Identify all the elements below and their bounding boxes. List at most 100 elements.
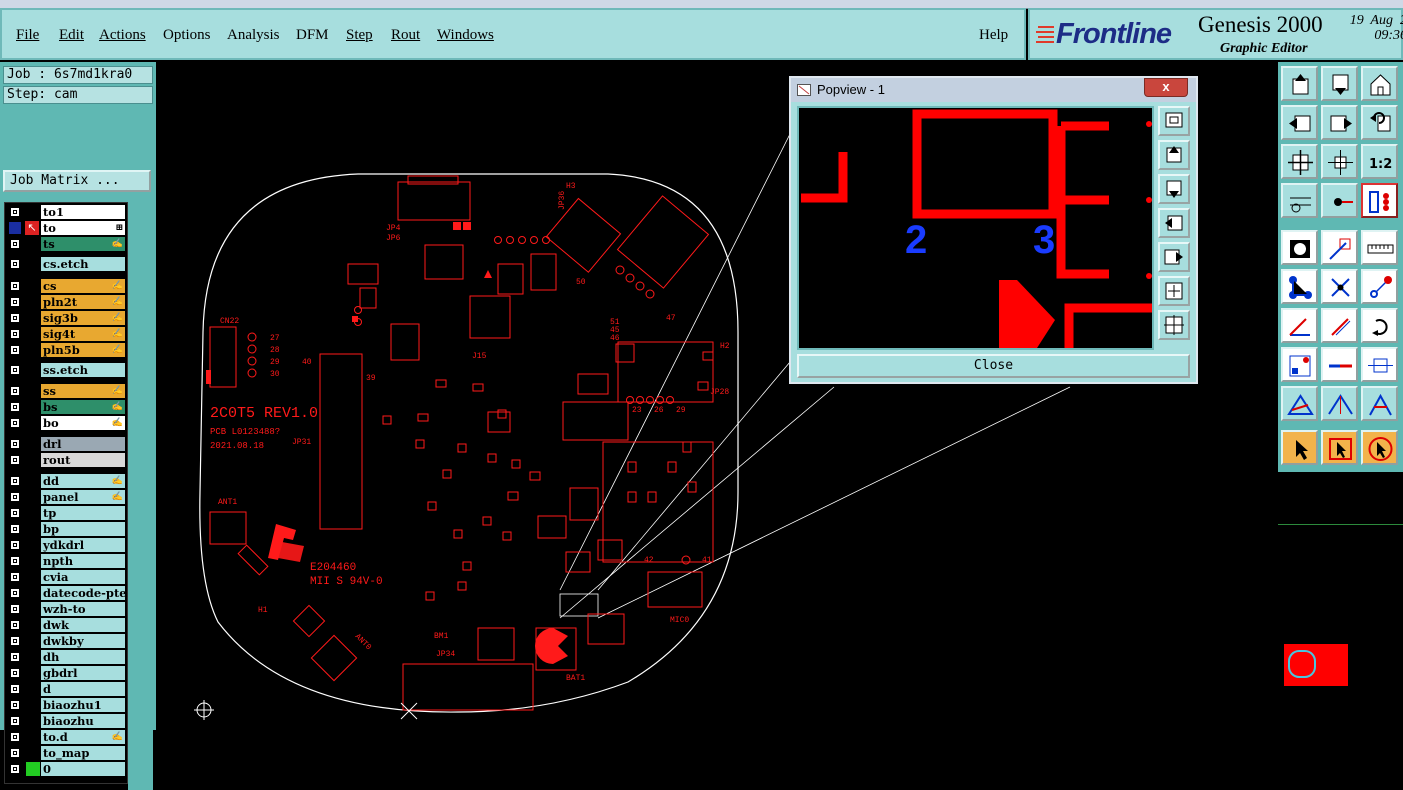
layer-name[interactable]: npth (41, 554, 125, 568)
layer-name[interactable]: drl (41, 437, 125, 451)
layer-row-to1[interactable]: to1 (5, 205, 127, 219)
layer-display-checkbox[interactable] (10, 604, 20, 614)
layer-display-checkbox[interactable] (10, 572, 20, 582)
menu-step[interactable]: Step (346, 27, 373, 44)
layer-name[interactable]: biaozhu (41, 714, 125, 728)
popview-close-button[interactable]: Close (797, 354, 1190, 378)
layer-display-checkbox[interactable] (10, 700, 20, 710)
popview-pan-left-button[interactable] (1158, 208, 1190, 238)
layer-display-checkbox[interactable] (10, 259, 20, 269)
layer-display-checkbox[interactable] (10, 345, 20, 355)
layer-display-checkbox[interactable] (10, 492, 20, 502)
layer-row-gbdrl[interactable]: gbdrl (5, 666, 127, 680)
layer-display-checkbox[interactable] (10, 281, 20, 291)
tool-home-button[interactable] (1361, 66, 1398, 101)
tool-layer-stack-button[interactable] (1361, 183, 1398, 218)
tool-move-up-button[interactable] (1281, 66, 1318, 101)
layer-display-checkbox[interactable] (10, 239, 20, 249)
layer-row-cs.etch[interactable]: cs.etch (5, 257, 127, 271)
layer-row-pln2t[interactable]: pln2t ✍ (5, 295, 127, 309)
tool-zoom-center-button[interactable] (1321, 144, 1358, 179)
tool-triangle-button[interactable] (1321, 386, 1358, 421)
layer-name[interactable]: pln2t ✍ (41, 295, 125, 309)
layer-display-checkbox[interactable] (10, 524, 20, 534)
layer-name[interactable]: sig4t ✍ (41, 327, 125, 341)
layer-row-d[interactable]: d (5, 682, 127, 696)
layer-row-sig4t[interactable]: sig4t ✍ (5, 327, 127, 341)
menu-windows[interactable]: Windows (437, 27, 494, 44)
menu-dfm[interactable]: DFM (296, 27, 329, 44)
layer-name[interactable]: wzh-to (41, 602, 125, 616)
layer-name[interactable]: sig3b ✍ (41, 311, 125, 325)
popview-zoom-fit-button[interactable] (1158, 106, 1190, 136)
layer-display-checkbox[interactable] (10, 716, 20, 726)
layer-row-dh[interactable]: dh (5, 650, 127, 664)
layer-name[interactable]: ydkdrl (41, 538, 125, 552)
layer-name[interactable]: to1 (41, 205, 125, 219)
popview-titlebar[interactable]: Popview - 1 x (791, 78, 1196, 102)
layer-display-checkbox[interactable] (10, 732, 20, 742)
layer-display-checkbox[interactable] (10, 329, 20, 339)
layer-name[interactable]: to.d ✍ (41, 730, 125, 744)
layer-row-tp[interactable]: tp (5, 506, 127, 520)
layer-row-biaozhu[interactable]: biaozhu (5, 714, 127, 728)
layer-name[interactable]: panel ✍ (41, 490, 125, 504)
layer-name[interactable]: ss ✍ (41, 384, 125, 398)
layer-name[interactable]: dwkby (41, 634, 125, 648)
menu-analysis[interactable]: Analysis (227, 27, 280, 44)
layer-row-panel[interactable]: panel ✍ (5, 490, 127, 504)
layer-name[interactable]: d (41, 682, 125, 696)
layer-row-bp[interactable]: bp (5, 522, 127, 536)
layer-name[interactable]: tp (41, 506, 125, 520)
tool-undo-view-button[interactable] (1361, 105, 1398, 140)
tool-scale-1-2-button[interactable]: 1:2 (1361, 144, 1398, 179)
layer-row-to.d[interactable]: to.d ✍ (5, 730, 127, 744)
layer-name[interactable]: cs.etch (41, 257, 125, 271)
tool-delete-button[interactable] (1321, 269, 1358, 304)
layer-display-checkbox[interactable] (10, 556, 20, 566)
popview-close-x-button[interactable]: x (1144, 78, 1188, 97)
tool-rotate-button[interactable] (1361, 308, 1398, 343)
layer-row-rout[interactable]: rout (5, 453, 127, 467)
layer-display-checkbox[interactable] (10, 402, 20, 412)
menu-actions[interactable]: Actions (99, 27, 146, 44)
layer-display-checkbox[interactable] (10, 365, 20, 375)
tool-add-line-button[interactable] (1321, 230, 1358, 265)
layer-row-dd[interactable]: dd ✍ (5, 474, 127, 488)
layer-row-wzh-to[interactable]: wzh-to (5, 602, 127, 616)
tool-stretch-button[interactable] (1361, 347, 1398, 382)
layer-name[interactable]: bp (41, 522, 125, 536)
tool-snap-button[interactable] (1281, 347, 1318, 382)
layer-name[interactable]: bo ✍ (41, 416, 125, 430)
tool-pointer-button[interactable] (1281, 430, 1318, 465)
layer-name[interactable]: dwk (41, 618, 125, 632)
layer-row-0[interactable]: 0 (5, 762, 127, 776)
layer-name[interactable]: pln5b ✍ (41, 343, 125, 357)
layer-name[interactable]: to_map (41, 746, 125, 760)
menu-edit[interactable]: Edit (59, 27, 84, 44)
menu-rout[interactable]: Rout (391, 27, 420, 44)
layer-name[interactable]: bs ✍ (41, 400, 125, 414)
tool-route-button[interactable] (1361, 269, 1398, 304)
tool-move-left-button[interactable] (1281, 105, 1318, 140)
layer-row-dwk[interactable]: dwk (5, 618, 127, 632)
layer-display-checkbox[interactable] (10, 684, 20, 694)
layer-name[interactable]: datecode-pte (41, 586, 125, 600)
tool-diagonal-button[interactable] (1321, 308, 1358, 343)
layer-name[interactable]: rout (41, 453, 125, 467)
tool-move-down-button[interactable] (1321, 66, 1358, 101)
layer-name[interactable]: gbdrl (41, 666, 125, 680)
layer-display-checkbox[interactable] (10, 386, 20, 396)
popview-pan-right-button[interactable] (1158, 242, 1190, 272)
layer-row-ss[interactable]: ss ✍ (5, 384, 127, 398)
layer-display-checkbox[interactable] (10, 652, 20, 662)
tool-select-pad-button[interactable] (1281, 230, 1318, 265)
layer-row-to_map[interactable]: to_map (5, 746, 127, 760)
layer-row-cs[interactable]: cs ✍ (5, 279, 127, 293)
tool-zoom-fit-button[interactable] (1281, 144, 1318, 179)
tool-ruler-button[interactable] (1361, 230, 1398, 265)
layer-row-ss.etch[interactable]: ss.etch (5, 363, 127, 377)
layer-display-checkbox[interactable] (10, 540, 20, 550)
job-matrix-button[interactable]: Job Matrix ... (3, 170, 151, 192)
layer-display-checkbox[interactable] (10, 748, 20, 758)
